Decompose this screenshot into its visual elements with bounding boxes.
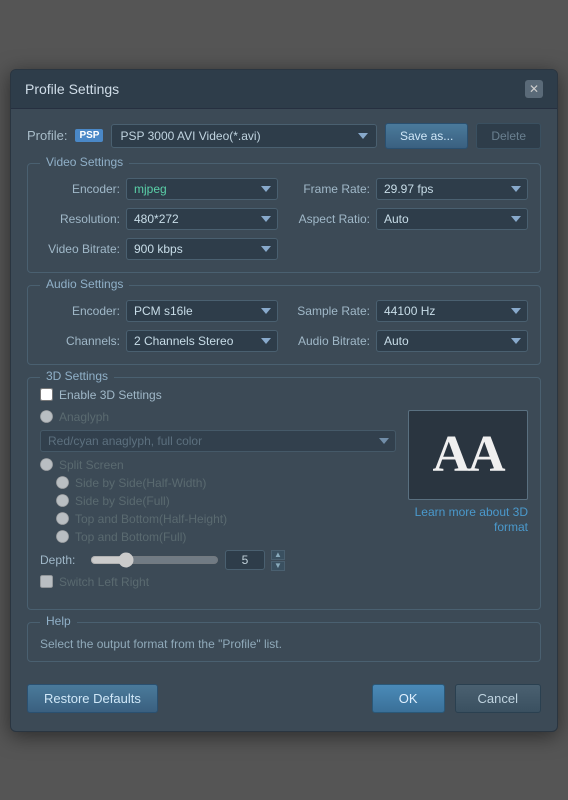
top-bottom-half-label: Top and Bottom(Half-Height) (75, 512, 227, 526)
side-by-side-full-label: Side by Side(Full) (75, 494, 170, 508)
sample-rate-select[interactable]: 44100 Hz (376, 300, 528, 322)
right-buttons: OK Cancel (372, 684, 541, 713)
enable-3d-label[interactable]: Enable 3D Settings (59, 388, 162, 402)
depth-down-button[interactable]: ▼ (271, 561, 285, 571)
anaglyph-label: Anaglyph (59, 410, 109, 424)
side-by-side-half-label: Side by Side(Half-Width) (75, 476, 206, 490)
side-by-side-half-row: Side by Side(Half-Width) (56, 476, 396, 490)
video-settings-section: Video Settings Encoder: mjpeg Frame Rate… (27, 163, 541, 273)
close-button[interactable]: ✕ (525, 80, 543, 98)
audio-settings-title: Audio Settings (40, 277, 129, 291)
video-bitrate-label: Video Bitrate: (40, 242, 120, 256)
enable-3d-checkbox[interactable] (40, 388, 53, 401)
help-section: Help Select the output format from the "… (27, 622, 541, 662)
audio-encoder-row: Encoder: PCM s16le (40, 300, 278, 322)
audio-bitrate-label: Audio Bitrate: (290, 334, 370, 348)
audio-settings-grid: Encoder: PCM s16le Sample Rate: 44100 Hz… (40, 300, 528, 352)
frame-rate-row: Frame Rate: 29.97 fps (290, 178, 528, 200)
switch-lr-row: Switch Left Right (40, 575, 396, 589)
title-bar: Profile Settings ✕ (11, 70, 557, 109)
profile-select[interactable]: PSP 3000 AVI Video(*.avi) (111, 124, 376, 148)
learn-more-row: Learn more about 3D format (408, 504, 528, 534)
depth-value-input[interactable] (225, 550, 265, 570)
aa-preview-text: AA (432, 425, 503, 484)
audio-bitrate-select[interactable]: Auto (376, 330, 528, 352)
audio-bitrate-row: Audio Bitrate: Auto (290, 330, 528, 352)
help-title: Help (40, 614, 77, 628)
sample-rate-row: Sample Rate: 44100 Hz (290, 300, 528, 322)
depth-label: Depth: (40, 553, 84, 567)
learn-more-link[interactable]: Learn more about 3D format (415, 505, 528, 534)
top-bottom-full-radio[interactable] (56, 530, 69, 543)
side-by-side-full-radio[interactable] (56, 494, 69, 507)
side-by-side-half-radio[interactable] (56, 476, 69, 489)
ok-button[interactable]: OK (372, 684, 445, 713)
split-screen-label: Split Screen (59, 458, 124, 472)
depth-arrows: ▲ ▼ (271, 550, 285, 571)
top-bottom-full-row: Top and Bottom(Full) (56, 530, 396, 544)
depth-row: Depth: ▲ ▼ (40, 550, 396, 571)
aspect-ratio-select[interactable]: Auto (376, 208, 528, 230)
psp-badge: PSP (75, 129, 103, 142)
switch-lr-checkbox[interactable] (40, 575, 53, 588)
split-screen-row: Split Screen (40, 458, 396, 472)
aspect-ratio-label: Aspect Ratio: (290, 212, 370, 226)
video-bitrate-row: Video Bitrate: 900 kbps (40, 238, 278, 260)
depth-slider[interactable] (90, 552, 219, 568)
profile-row: Profile: PSP PSP 3000 AVI Video(*.avi) S… (27, 123, 541, 149)
three-d-preview-area: AA Learn more about 3D format (408, 410, 528, 597)
three-d-settings-title: 3D Settings (40, 369, 114, 383)
bottom-bar: Restore Defaults OK Cancel (27, 676, 541, 717)
anaglyph-radio[interactable] (40, 410, 53, 423)
channels-label: Channels: (40, 334, 120, 348)
encoder-row: Encoder: mjpeg (40, 178, 278, 200)
frame-rate-label: Frame Rate: (290, 182, 370, 196)
sample-rate-label: Sample Rate: (290, 304, 370, 318)
resolution-row: Resolution: 480*272 (40, 208, 278, 230)
channels-select[interactable]: 2 Channels Stereo (126, 330, 278, 352)
aspect-ratio-row: Aspect Ratio: Auto (290, 208, 528, 230)
encoder-label: Encoder: (40, 182, 120, 196)
video-settings-grid: Encoder: mjpeg Frame Rate: 29.97 fps Res… (40, 178, 528, 260)
side-by-side-full-row: Side by Side(Full) (56, 494, 396, 508)
audio-settings-section: Audio Settings Encoder: PCM s16le Sample… (27, 285, 541, 365)
switch-lr-label: Switch Left Right (59, 575, 149, 589)
dialog-title: Profile Settings (25, 81, 119, 97)
anaglyph-select[interactable]: Red/cyan anaglyph, full color (40, 430, 396, 452)
split-screen-options: Side by Side(Half-Width) Side by Side(Fu… (56, 476, 396, 544)
video-settings-title: Video Settings (40, 155, 129, 169)
three-d-settings-section: 3D Settings Enable 3D Settings Anaglyph … (27, 377, 541, 610)
save-as-button[interactable]: Save as... (385, 123, 468, 149)
cancel-button[interactable]: Cancel (455, 684, 541, 713)
aa-preview: AA (408, 410, 528, 500)
top-bottom-full-label: Top and Bottom(Full) (75, 530, 186, 544)
profile-label: Profile: (27, 128, 67, 143)
help-text: Select the output format from the "Profi… (40, 637, 528, 651)
video-bitrate-select[interactable]: 900 kbps (126, 238, 278, 260)
anaglyph-row: Anaglyph (40, 410, 396, 424)
profile-settings-dialog: Profile Settings ✕ Profile: PSP PSP 3000… (10, 69, 558, 732)
enable-3d-row: Enable 3D Settings (40, 388, 528, 402)
delete-button: Delete (476, 123, 541, 149)
encoder-select[interactable]: mjpeg (126, 178, 278, 200)
audio-encoder-label: Encoder: (40, 304, 120, 318)
depth-up-button[interactable]: ▲ (271, 550, 285, 560)
audio-encoder-select[interactable]: PCM s16le (126, 300, 278, 322)
three-d-content: Anaglyph Red/cyan anaglyph, full color S… (40, 410, 528, 597)
three-d-left: Anaglyph Red/cyan anaglyph, full color S… (40, 410, 396, 597)
channels-row: Channels: 2 Channels Stereo (40, 330, 278, 352)
resolution-select[interactable]: 480*272 (126, 208, 278, 230)
restore-defaults-button[interactable]: Restore Defaults (27, 684, 158, 713)
top-bottom-half-row: Top and Bottom(Half-Height) (56, 512, 396, 526)
split-screen-radio[interactable] (40, 458, 53, 471)
resolution-label: Resolution: (40, 212, 120, 226)
frame-rate-select[interactable]: 29.97 fps (376, 178, 528, 200)
dialog-content: Profile: PSP PSP 3000 AVI Video(*.avi) S… (11, 109, 557, 731)
top-bottom-half-radio[interactable] (56, 512, 69, 525)
